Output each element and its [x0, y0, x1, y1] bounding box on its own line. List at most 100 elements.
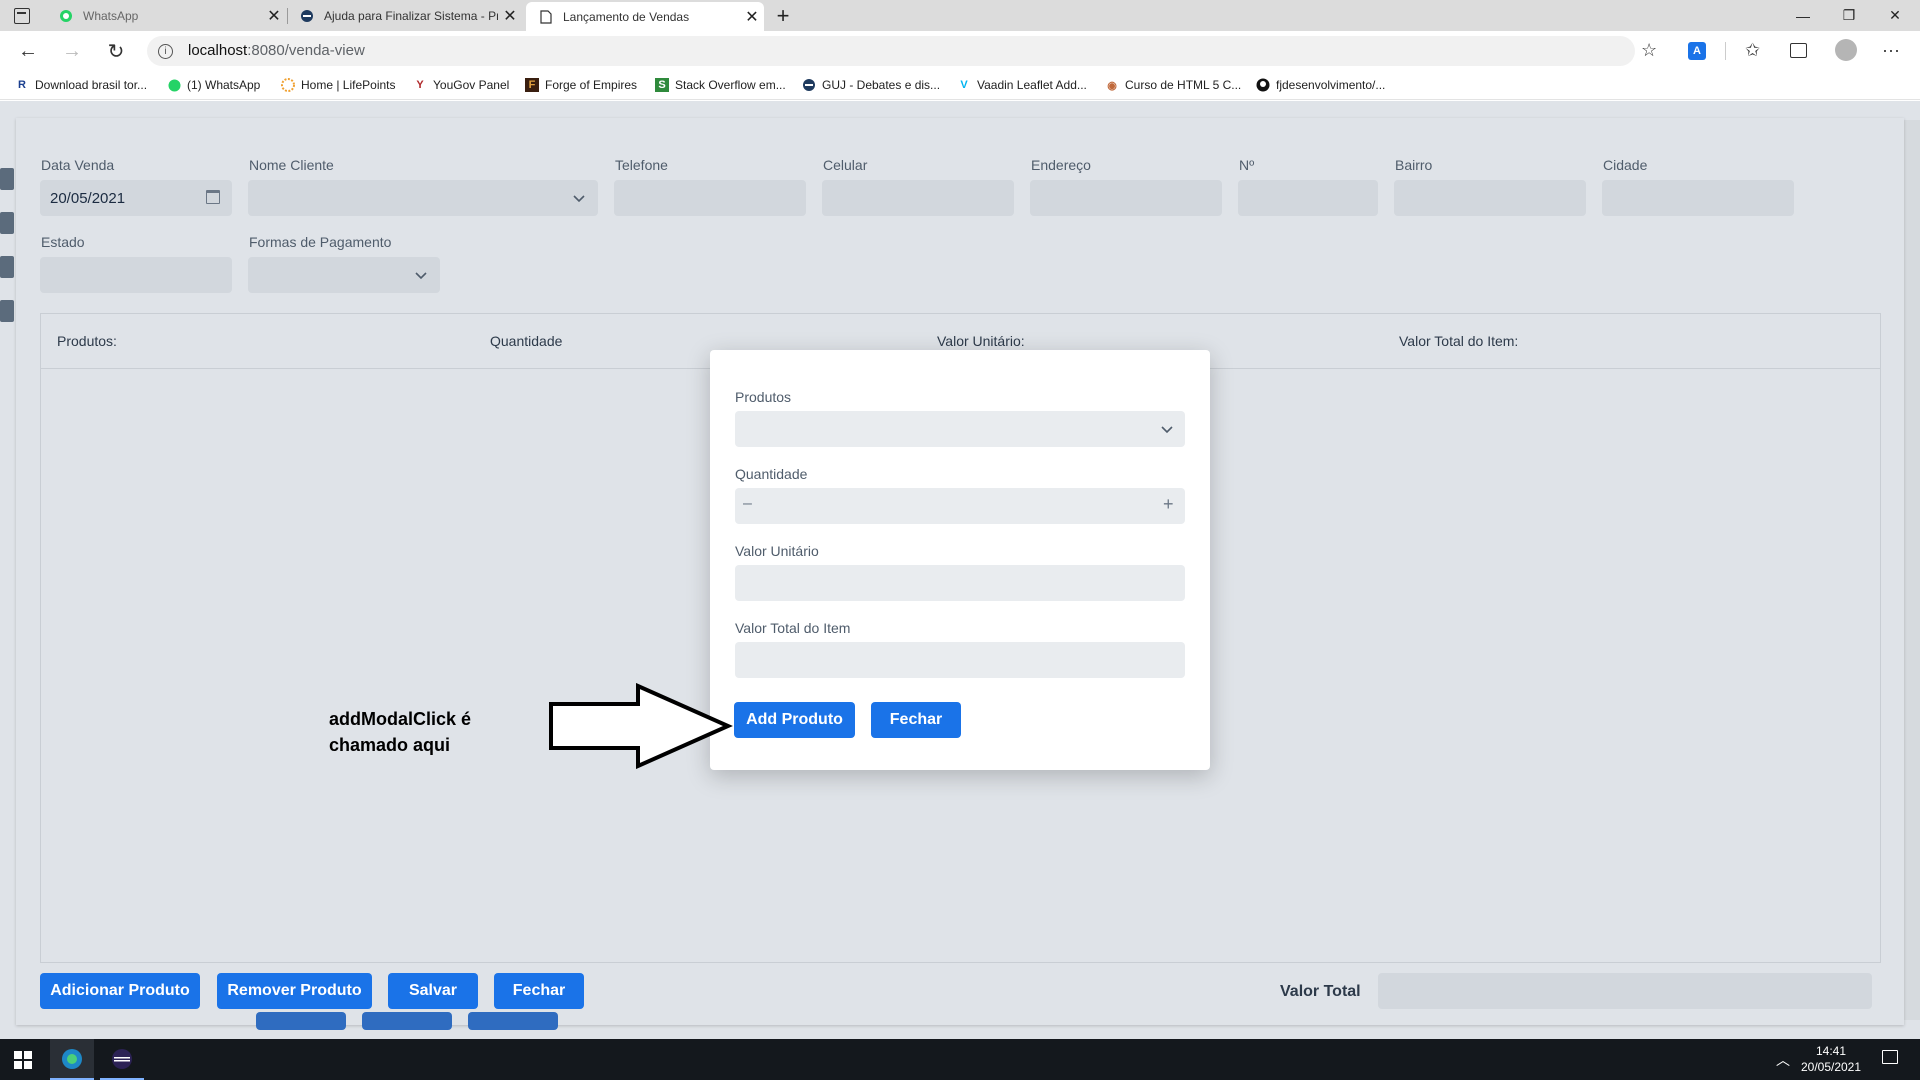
folder-icon[interactable] — [0, 212, 14, 234]
bookmark-item[interactable]: S Stack Overflow em... — [655, 75, 786, 95]
bookmark-item[interactable]: R Download brasil tor... — [15, 75, 147, 95]
quantidade-stepper[interactable] — [735, 488, 1185, 524]
bookmark-label: YouGov Panel — [433, 78, 510, 92]
home-icon[interactable] — [0, 168, 14, 190]
remover-produto-button[interactable]: Remover Produto — [217, 973, 372, 1009]
bookmark-item[interactable]: V Vaadin Leaflet Add... — [957, 75, 1087, 95]
telefone-field[interactable] — [614, 180, 806, 216]
notification-icon[interactable] — [1882, 1050, 1898, 1064]
minimize-button[interactable]: — — [1780, 0, 1826, 31]
tab-title: Lançamento de Vendas — [563, 9, 690, 24]
valor-total-label: Valor Total — [1280, 983, 1361, 1000]
numero-field[interactable] — [1238, 180, 1378, 216]
favorite-star-icon[interactable]: ☆ — [1641, 40, 1657, 61]
modal-produtos-combobox[interactable] — [735, 411, 1185, 447]
chevron-down-icon[interactable] — [414, 268, 428, 282]
grid-header-valor-total-item[interactable]: Valor Total do Item: — [1399, 333, 1518, 349]
close-icon[interactable]: ✕ — [498, 6, 522, 26]
numero-label: Nº — [1239, 157, 1255, 173]
bookmark-item[interactable]: (1) WhatsApp — [167, 75, 260, 95]
endereco-label: Endereço — [1031, 157, 1091, 173]
tab-lancamento-vendas[interactable]: Lançamento de Vendas ✕ — [526, 2, 764, 31]
tab-whatsapp[interactable]: WhatsApp ✕ — [46, 0, 286, 31]
chevron-down-icon[interactable] — [1160, 422, 1174, 436]
tab-ajuda[interactable]: Ajuda para Finalizar Sistema - Pr ✕ — [287, 0, 522, 31]
collections-icon[interactable] — [1790, 43, 1807, 58]
hidden-button — [256, 1012, 346, 1030]
restore-button[interactable]: ❐ — [1826, 0, 1872, 31]
profile-avatar[interactable] — [1835, 39, 1857, 61]
more-options-icon[interactable]: ··· — [1882, 40, 1900, 61]
fechar-button[interactable]: Fechar — [494, 973, 584, 1009]
modal-valor-total-field[interactable] — [735, 642, 1185, 678]
nome-cliente-combobox[interactable] — [248, 180, 598, 216]
grid-header-valor-unitario[interactable]: Valor Unitário: — [937, 333, 1025, 349]
nome-cliente-label: Nome Cliente — [249, 157, 334, 173]
clock-date: 20/05/2021 — [1800, 1060, 1862, 1074]
windows-start-icon[interactable] — [14, 1051, 32, 1069]
annotation-line: chamado aqui — [329, 735, 451, 755]
add-produto-button[interactable]: Add Produto — [734, 702, 855, 738]
valor-total-field[interactable] — [1378, 973, 1872, 1009]
lifepoints-icon — [281, 78, 295, 92]
bookmark-item[interactable]: F Forge of Empires — [525, 75, 637, 95]
close-icon[interactable]: ✕ — [740, 7, 764, 27]
celular-field[interactable] — [822, 180, 1014, 216]
modal-valor-unitario-label: Valor Unitário — [735, 543, 819, 559]
dollar-icon[interactable] — [0, 256, 14, 278]
page-scrollbar[interactable] — [1904, 120, 1920, 1020]
hidden-button — [362, 1012, 452, 1030]
yougov-icon: Y — [416, 79, 424, 91]
grid-header-produtos[interactable]: Produtos: — [57, 333, 117, 349]
address-path: :8080/venda-view — [247, 42, 365, 59]
forward-button[interactable]: → — [57, 37, 87, 65]
increment-button[interactable]: + — [1163, 494, 1174, 515]
close-window-button[interactable]: ✕ — [1872, 0, 1918, 31]
vaadin-icon: V — [960, 79, 968, 91]
endereco-field[interactable] — [1030, 180, 1222, 216]
back-button[interactable]: ← — [13, 37, 43, 65]
celular-label: Celular — [823, 157, 868, 173]
close-icon[interactable]: ✕ — [262, 6, 286, 26]
bookmark-item[interactable]: GUJ - Debates e dis... — [802, 75, 940, 95]
refresh-button[interactable]: ↻ — [101, 37, 131, 65]
chart-icon[interactable] — [0, 300, 14, 322]
taskbar-clock[interactable]: 14:41 20/05/2021 — [1790, 1043, 1872, 1075]
formas-pagamento-combobox[interactable] — [248, 257, 440, 293]
bookmark-item[interactable]: ◉ Curso de HTML 5 C... — [1105, 75, 1241, 95]
modal-valor-total-label: Valor Total do Item — [735, 620, 851, 636]
edge-icon — [62, 1049, 82, 1069]
bairro-field[interactable] — [1394, 180, 1586, 216]
address-bar[interactable] — [147, 36, 1635, 66]
cidade-field[interactable] — [1602, 180, 1794, 216]
estado-field[interactable] — [40, 257, 232, 293]
favorites-icon[interactable]: ✩ — [1745, 40, 1760, 61]
arrow-right-icon — [549, 683, 733, 769]
chevron-down-icon[interactable] — [572, 191, 586, 205]
chevron-up-icon[interactable]: ︿ — [1776, 1050, 1790, 1070]
forge-icon: F — [525, 78, 539, 92]
eclipse-icon — [112, 1049, 132, 1069]
whatsapp-icon — [58, 8, 74, 24]
grid-header-quantidade[interactable]: Quantidade — [490, 333, 562, 349]
data-venda-value: 20/05/2021 — [50, 190, 126, 207]
modal-fechar-button[interactable]: Fechar — [871, 702, 961, 738]
eclipse-taskbar-button[interactable] — [100, 1039, 144, 1080]
bookmark-label: (1) WhatsApp — [187, 78, 261, 92]
bookmark-item[interactable]: fjdesenvolvimento/... — [1256, 75, 1385, 95]
calendar-icon[interactable] — [206, 190, 220, 204]
new-tab-button[interactable]: + — [770, 3, 796, 29]
info-icon[interactable]: i — [158, 44, 173, 59]
address-text[interactable]: localhost:8080/venda-view — [188, 42, 365, 59]
bookmark-item[interactable]: Home | LifePoints — [281, 75, 396, 95]
decrement-button[interactable]: – — [743, 495, 752, 513]
salvar-button[interactable]: Salvar — [388, 973, 478, 1009]
edge-taskbar-button[interactable] — [50, 1039, 94, 1080]
annotation-line: addModalClick é — [329, 709, 472, 729]
adicionar-produto-button[interactable]: Adicionar Produto — [40, 973, 200, 1009]
bookmark-label: Forge of Empires — [545, 78, 638, 92]
translate-icon[interactable]: A — [1688, 42, 1706, 60]
bookmark-item[interactable]: Y YouGov Panel — [413, 75, 509, 95]
modal-valor-unitario-field[interactable] — [735, 565, 1185, 601]
tab-actions-icon[interactable] — [14, 8, 30, 24]
